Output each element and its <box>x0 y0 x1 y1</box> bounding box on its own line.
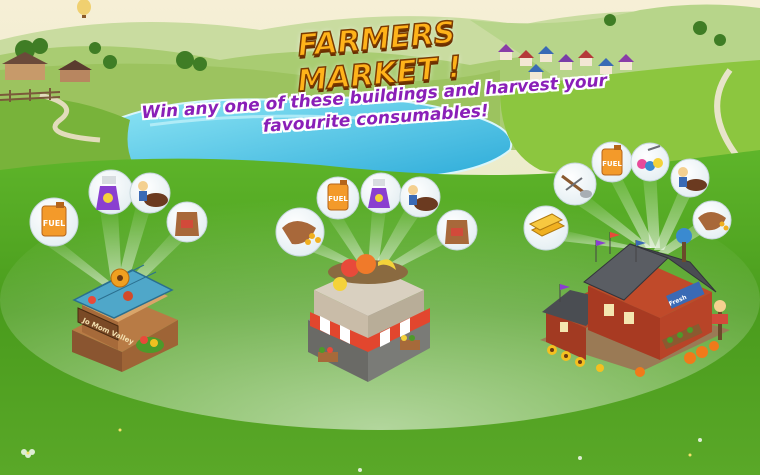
farmer-with-cow-icon <box>129 172 171 214</box>
fuel-can-icon: FUEL <box>29 197 79 247</box>
farmer-with-cow-icon <box>399 176 441 218</box>
feed-sack-icon <box>166 201 208 243</box>
fuel-label: FUEL <box>328 195 348 203</box>
fuel-label: FUEL <box>602 160 622 168</box>
farmers-market-promo: Jo Mom Valley FUEL FUEL Fresh FUEL FARME… <box>0 0 760 475</box>
fuel-can-icon: FUEL <box>316 176 360 220</box>
spray-bottle-icon <box>88 169 134 215</box>
fuel-label: FUEL <box>43 219 66 228</box>
seed-sack-icon <box>692 200 732 240</box>
gold-bars-icon <box>523 205 569 251</box>
feed-sack-icon <box>436 209 478 251</box>
fuel-can-icon: FUEL <box>591 141 633 183</box>
spray-bottle-icon <box>360 172 402 214</box>
farmer-with-cow-icon <box>670 158 710 198</box>
seed-sack-icon <box>275 207 325 257</box>
shovel-tools-icon <box>553 162 597 206</box>
balloons-icon <box>630 142 670 182</box>
